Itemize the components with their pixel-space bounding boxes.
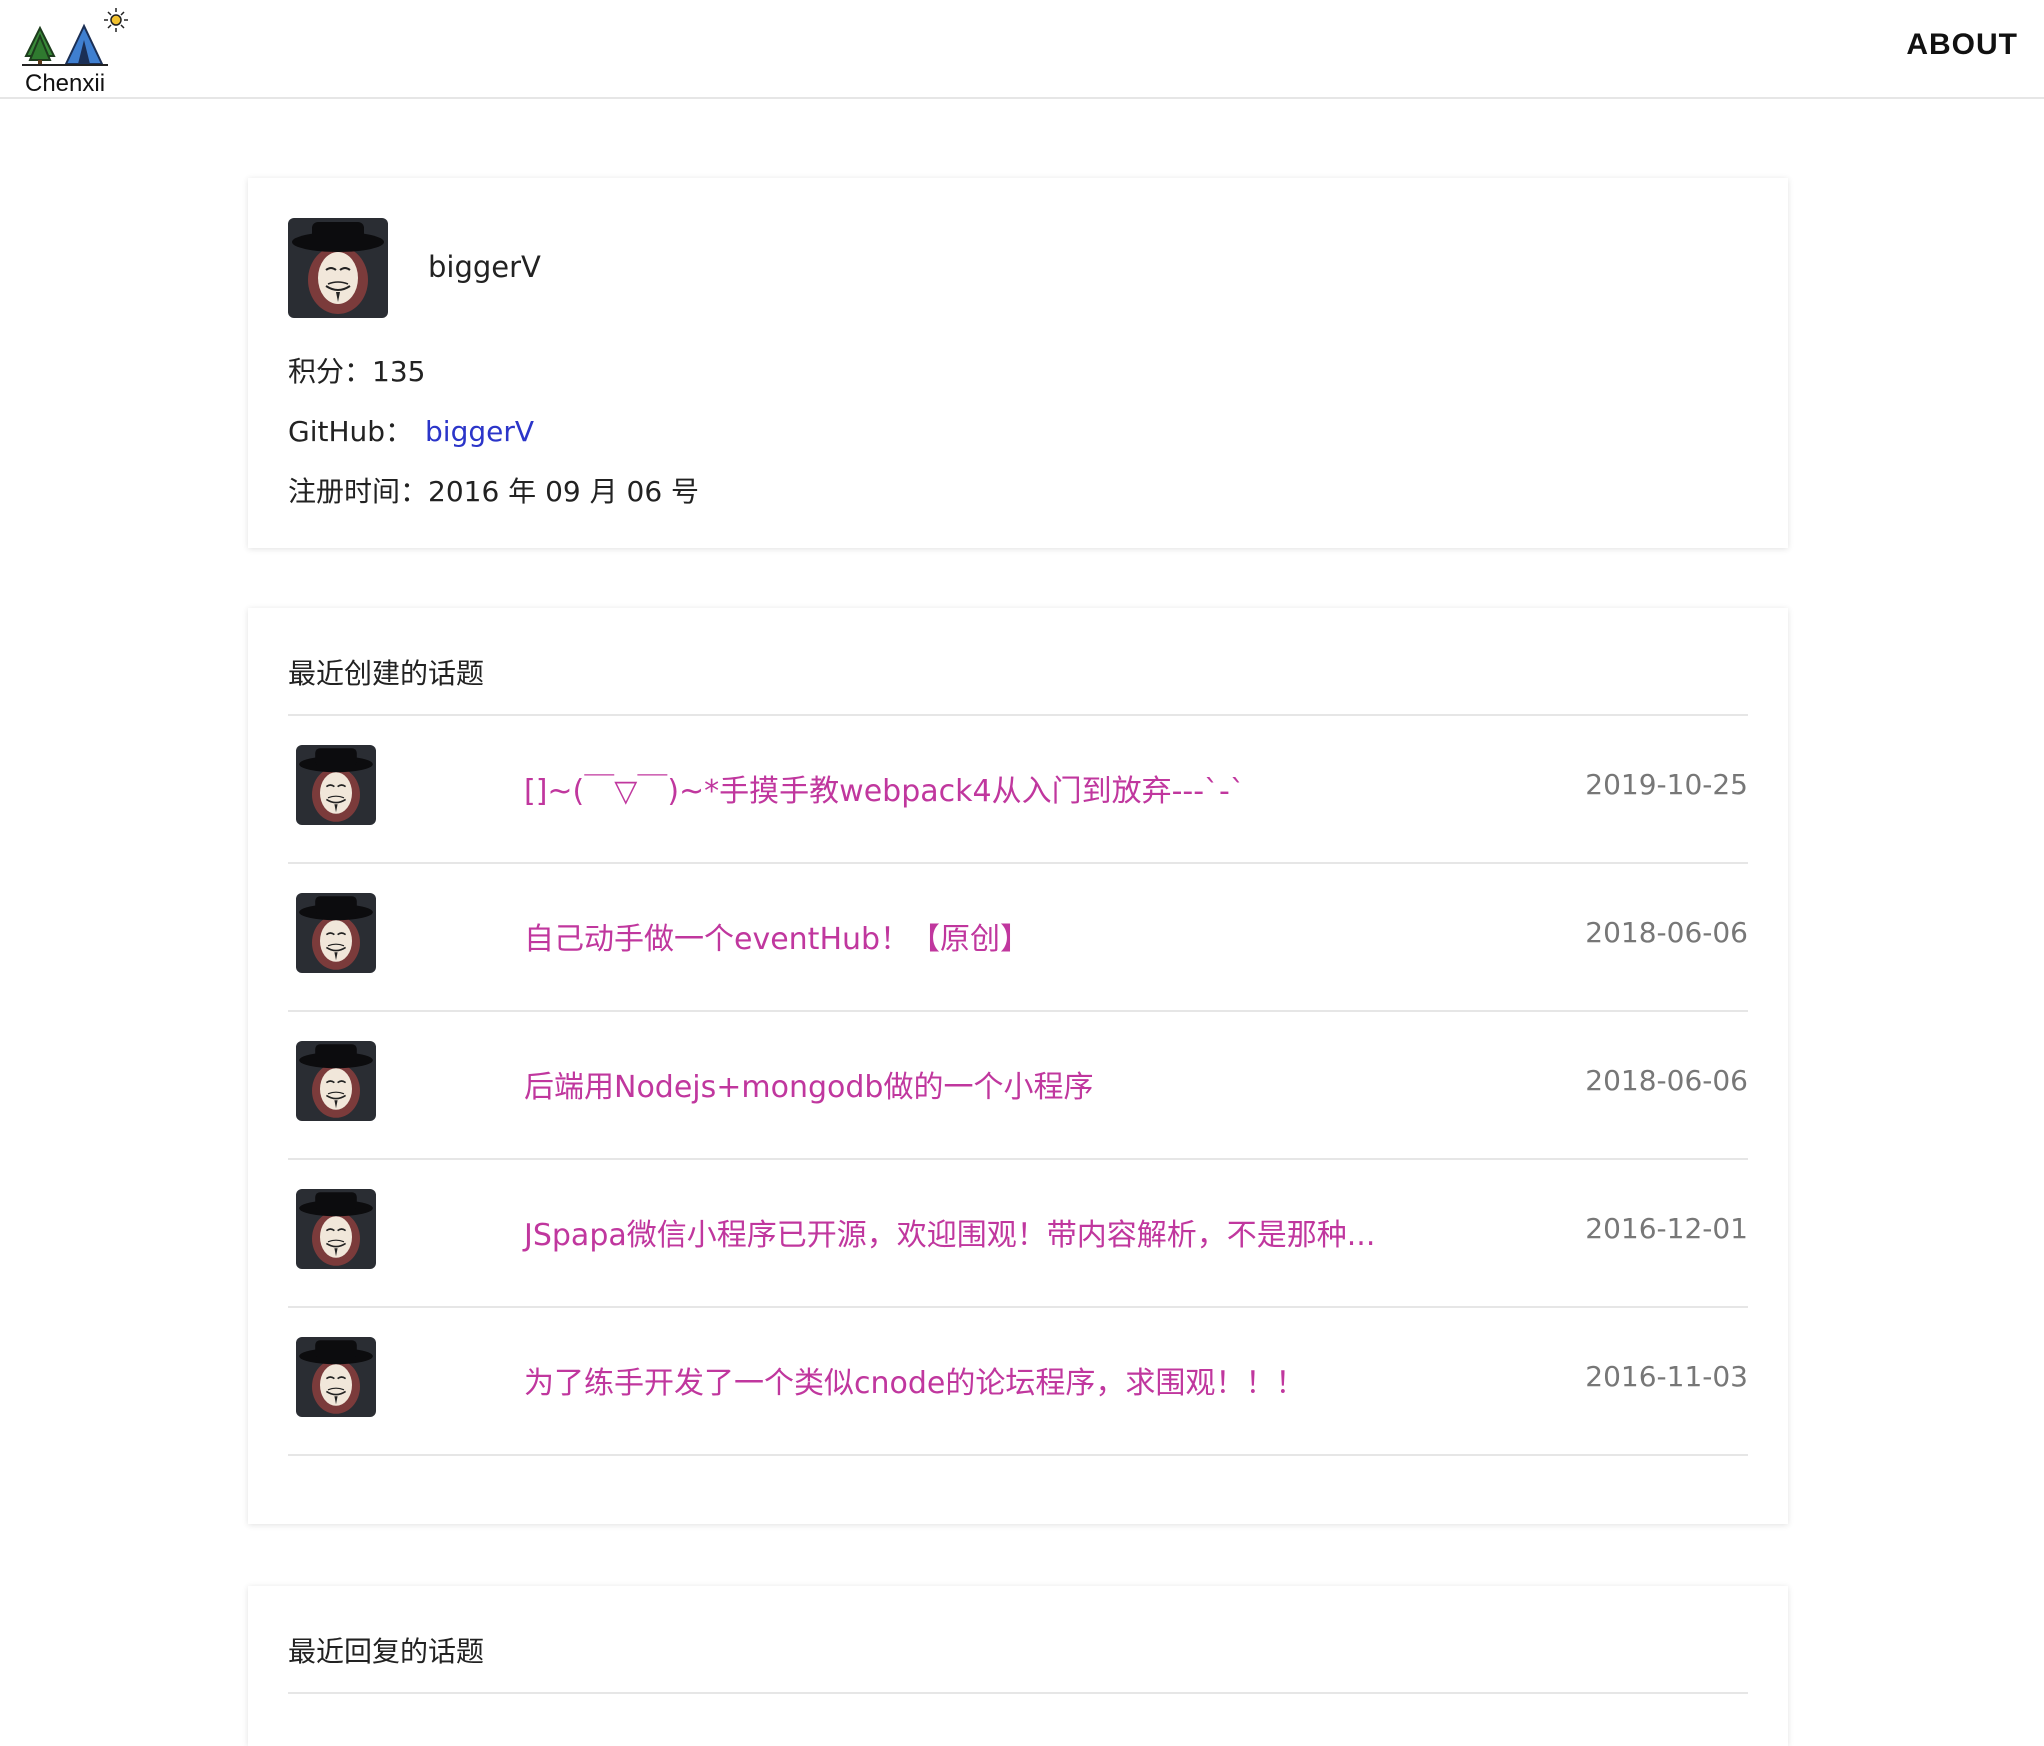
- about-link[interactable]: ABOUT: [1906, 28, 2018, 62]
- top-navbar: Chenxii ABOUT: [0, 0, 2044, 99]
- topic-author-avatar[interactable]: [296, 745, 376, 825]
- user-avatar: [288, 218, 388, 318]
- topic-date: 2016-12-01: [1585, 1212, 1748, 1245]
- guy-fawkes-mask-avatar: [296, 1337, 376, 1417]
- divider: [288, 1454, 1748, 1456]
- topic-title-link[interactable]: 后端用Nodejs+mongodb做的一个小程序: [524, 1062, 1093, 1106]
- topic-date: 2018-06-06: [1585, 916, 1748, 949]
- guy-fawkes-mask-avatar: [296, 893, 376, 973]
- github-row: GitHub： biggerV: [288, 410, 534, 450]
- section-title: 最近回复的话题: [288, 1635, 485, 1668]
- recent-created-card: 最近创建的话题 []~(￣▽￣)~*手摸手教webpack4从入门到放弃---`…: [248, 608, 1788, 1524]
- site-logo[interactable]: Chenxii: [22, 6, 142, 97]
- guy-fawkes-mask-avatar: [296, 1041, 376, 1121]
- logo-text: Chenxii: [25, 70, 106, 97]
- guy-fawkes-mask-avatar: [296, 1189, 376, 1269]
- topic-title-link[interactable]: []~(￣▽￣)~*手摸手教webpack4从入门到放弃---`-`: [524, 766, 1245, 810]
- username: biggerV: [428, 250, 541, 284]
- topic-title-link[interactable]: JSpapa微信小程序已开源，欢迎围观！带内容解析，不是那种...: [524, 1210, 1375, 1254]
- recent-replied-card: 最近回复的话题: [248, 1586, 1788, 1746]
- profile-card: biggerV 积分：135 GitHub： biggerV 注册时间：2016 …: [248, 178, 1788, 548]
- guy-fawkes-mask-avatar: [296, 745, 376, 825]
- topic-title-link[interactable]: 为了练手开发了一个类似cnode的论坛程序，求围观！！！: [524, 1358, 1305, 1402]
- topic-row: []~(￣▽￣)~*手摸手教webpack4从入门到放弃---`-` 2019-…: [288, 716, 1748, 864]
- topic-author-avatar[interactable]: [296, 1189, 376, 1269]
- topic-row: JSpapa微信小程序已开源，欢迎围观！带内容解析，不是那种... 2016-1…: [288, 1160, 1748, 1308]
- topic-date: 2018-06-06: [1585, 1064, 1748, 1097]
- topic-author-avatar[interactable]: [296, 1041, 376, 1121]
- topic-author-avatar[interactable]: [296, 1337, 376, 1417]
- register-label: 注册时间：: [288, 475, 429, 508]
- divider: [288, 1692, 1748, 1694]
- score-label: 积分：: [288, 355, 373, 388]
- section-title: 最近创建的话题: [288, 657, 485, 690]
- topic-date: 2019-10-25: [1585, 768, 1748, 801]
- register-row: 注册时间：2016 年 09 月 06 号: [288, 470, 699, 510]
- topic-title-link[interactable]: 自己动手做一个eventHub！【原创】: [524, 914, 1030, 958]
- score-row: 积分：135: [288, 350, 425, 390]
- github-link[interactable]: biggerV: [425, 415, 534, 448]
- topic-date: 2016-11-03: [1585, 1360, 1748, 1393]
- score-value: 135: [372, 355, 426, 388]
- topic-row: 自己动手做一个eventHub！【原创】 2018-06-06: [288, 864, 1748, 1012]
- github-label: GitHub：: [288, 415, 414, 448]
- topic-row: 后端用Nodejs+mongodb做的一个小程序 2018-06-06: [288, 1012, 1748, 1160]
- topic-row: 为了练手开发了一个类似cnode的论坛程序，求围观！！！ 2016-11-03: [288, 1308, 1748, 1456]
- topic-author-avatar[interactable]: [296, 893, 376, 973]
- guy-fawkes-mask-avatar: [288, 218, 388, 318]
- tree-tent-sun-logo-icon: [22, 8, 128, 66]
- register-value: 2016 年 09 月 06 号: [428, 475, 700, 508]
